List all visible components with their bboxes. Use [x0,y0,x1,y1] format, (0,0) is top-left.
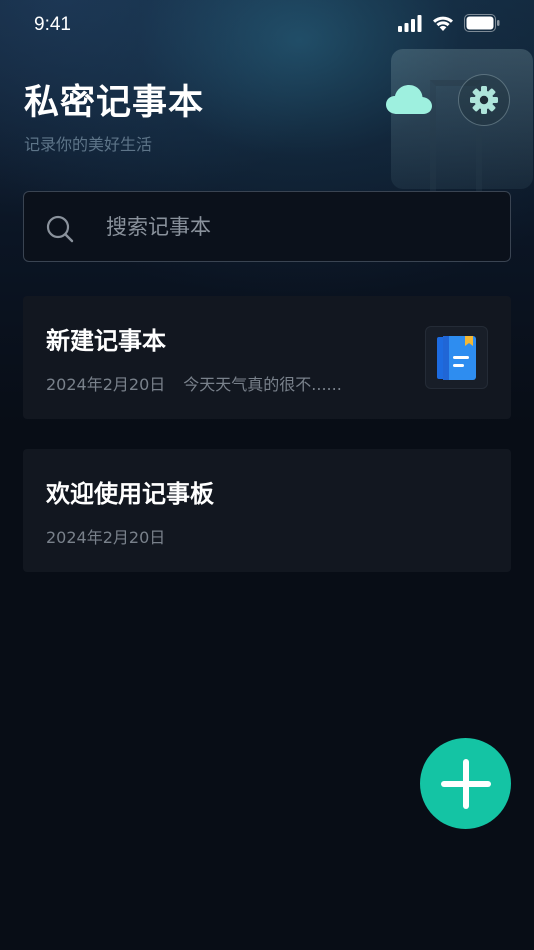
note-preview: 今天天气真的很不...... [183,375,342,394]
gear-icon [470,86,498,114]
signal-icon [398,14,422,32]
plus-icon [440,758,491,809]
page-subtitle: 记录你的美好生活 [24,135,153,154]
note-date: 2024年2月20日 [46,528,166,547]
search-icon [46,215,74,243]
note-meta: 2024年2月20日 今天天气真的很不...... [46,371,342,395]
note-card[interactable]: 欢迎使用记事板 2024年2月20日 [23,449,511,572]
status-bar: 9:41 [0,0,534,50]
notebook-icon [436,335,476,380]
note-meta: 2024年2月20日 [46,524,165,548]
status-icons [398,14,500,32]
search-bar[interactable] [23,191,511,262]
cloud-sync-button[interactable] [385,83,433,117]
note-card[interactable]: 新建记事本 2024年2月20日 今天天气真的很不...... [23,296,511,419]
wifi-icon [433,16,453,31]
note-title: 欢迎使用记事板 [46,480,214,508]
note-title: 新建记事本 [46,327,166,355]
add-note-button[interactable] [420,738,511,829]
search-input[interactable] [106,210,486,244]
note-thumbnail [425,326,488,389]
cloud-icon [386,85,432,114]
note-date: 2024年2月20日 [46,375,166,394]
status-time: 9:41 [34,14,71,35]
battery-icon [464,14,500,32]
page-title: 私密记事本 [24,83,205,123]
settings-button[interactable] [458,74,510,126]
